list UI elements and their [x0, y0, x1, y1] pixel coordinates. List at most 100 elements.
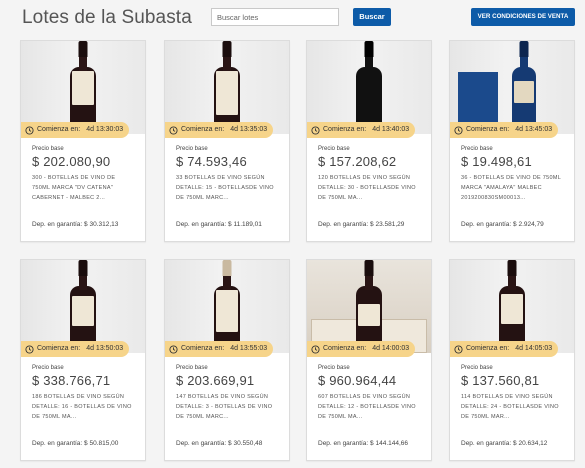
lot-image[interactable]: [165, 41, 289, 134]
lot-description-line: 300 - BOTELLAS DE VINO DE: [32, 175, 116, 181]
countdown-badge: Comienza en: 4d 13:50:03: [21, 341, 130, 357]
lot-image[interactable]: [165, 260, 289, 353]
lot-image[interactable]: [450, 260, 574, 353]
lot-description-line: DE 750ML MA...: [32, 414, 77, 420]
lot-image[interactable]: [21, 260, 145, 353]
countdown-badge: Comienza en: 4d 13:55:03: [165, 341, 274, 357]
clock-icon: [311, 344, 320, 354]
base-price-value: $ 74.593,46: [176, 154, 247, 169]
lot-description-line: CABERNET - MALBEC 2...: [32, 195, 106, 201]
lot-description-line: DETALLE: 12 - BOTELLASDE VINO: [318, 404, 416, 410]
lot-card[interactable]: Comienza en: 4d 13:35:03 Precio base $ 7…: [164, 40, 290, 242]
countdown-time: 4d 13:30:03: [86, 126, 124, 133]
starts-label: Comienza en:: [466, 126, 510, 133]
lot-description-line: 114 BOTELLAS DE VINO SEGÚN: [461, 394, 553, 400]
countdown-time: 4d 13:55:03: [230, 345, 268, 352]
base-price-label: Precio base: [32, 365, 64, 371]
lot-description: 120 BOTELLAS DE VINO SEGÚN DETALLE: 30 -…: [318, 173, 426, 203]
wine-bottle-icon: [214, 41, 240, 134]
lot-description-line: MARCA "AMALAYA" MALBEC: [461, 185, 542, 191]
clock-icon: [169, 344, 178, 354]
lot-image[interactable]: [307, 260, 431, 353]
base-price-label: Precio base: [318, 146, 350, 152]
deposit-label: Dep. en garantía:: [461, 440, 512, 447]
lot-description-line: DE 750ML MA...: [318, 195, 363, 201]
deposit-line: Dep. en garantía: $ 30.312,13: [32, 221, 118, 228]
deposit-value: $ 30.550,48: [228, 440, 263, 447]
lot-description-line: 607 BOTELLAS DE VINO SEGÚN: [318, 394, 411, 400]
wine-bottle-icon: [499, 260, 525, 353]
lot-description: 114 BOTELLAS DE VINO SEGÚN DETALLE: 24 -…: [461, 392, 569, 422]
wine-bottle-icon: [214, 260, 240, 353]
base-price-value: $ 202.080,90: [32, 154, 111, 169]
lot-description-line: 2019200830SM00013...: [461, 195, 526, 201]
lot-description-line: 186 BOTELLAS DE VINO SEGÚN: [32, 394, 125, 400]
lot-description: 36 - BOTELLAS DE VINO DE 750ML MARCA "AM…: [461, 173, 569, 203]
deposit-label: Dep. en garantía:: [32, 440, 83, 447]
deposit-line: Dep. en garantía: $ 50.815,00: [32, 440, 118, 447]
deposit-label: Dep. en garantía:: [318, 221, 369, 228]
countdown-time: 4d 14:00:03: [372, 345, 410, 352]
countdown-time: 4d 14:05:03: [515, 345, 553, 352]
lot-card[interactable]: Comienza en: 4d 13:55:03 Precio base $ 2…: [164, 259, 290, 461]
lot-description: 33 BOTELLAS DE VINO SEGÚN DETALLE: 15 - …: [176, 173, 284, 203]
base-price-label: Precio base: [461, 146, 493, 152]
lot-description: 186 BOTELLAS DE VINO SEGÚN DETALLE: 16 -…: [32, 392, 140, 422]
countdown-badge: Comienza en: 4d 14:05:03: [450, 341, 559, 357]
countdown-badge: Comienza en: 4d 13:45:03: [450, 122, 559, 138]
view-conditions-button[interactable]: VER CONDICIONES DE VENTA: [471, 8, 575, 26]
starts-label: Comienza en:: [37, 126, 81, 133]
base-price-label: Precio base: [176, 365, 208, 371]
countdown-badge: Comienza en: 4d 13:40:03: [307, 122, 416, 138]
countdown-time: 4d 13:50:03: [86, 345, 124, 352]
deposit-label: Dep. en garantía:: [461, 221, 512, 228]
base-price-value: $ 960.964,44: [318, 373, 397, 388]
countdown-time: 4d 13:35:03: [230, 126, 268, 133]
deposit-value: $ 20.634,12: [513, 440, 548, 447]
lot-image[interactable]: [450, 41, 574, 134]
page-header: Lotes de la Subasta Buscar VER CONDICION…: [0, 0, 585, 36]
lot-description-line: 33 BOTELLAS DE VINO SEGÚN: [176, 175, 265, 181]
deposit-line: Dep. en garantía: $ 23.581,29: [318, 221, 404, 228]
lot-card[interactable]: Comienza en: 4d 14:05:03 Precio base $ 1…: [449, 259, 575, 461]
starts-label: Comienza en:: [181, 126, 225, 133]
deposit-line: Dep. en garantía: $ 20.634,12: [461, 440, 547, 447]
lot-description-line: DE 750ML MAR...: [461, 414, 510, 420]
wine-bottle-icon: [70, 41, 96, 134]
base-price-label: Precio base: [32, 146, 64, 152]
lot-description: 300 - BOTELLAS DE VINO DE 750ML MARCA "D…: [32, 173, 140, 203]
lot-card[interactable]: Comienza en: 4d 14:00:03 Precio base $ 9…: [306, 259, 432, 461]
lot-description-line: DETALLE: 16 - BOTELLAS DE VINO: [32, 404, 132, 410]
deposit-label: Dep. en garantía:: [318, 440, 369, 447]
lot-description-line: DETALLE: 24 - BOTELLASDE VINO: [461, 404, 559, 410]
lot-description-line: DE 750ML MARC...: [176, 414, 229, 420]
base-price-value: $ 137.560,81: [461, 373, 540, 388]
countdown-badge: Comienza en: 4d 13:30:03: [21, 122, 130, 138]
lot-description-line: DE 750ML MARC...: [176, 195, 229, 201]
clock-icon: [454, 344, 463, 354]
clock-icon: [454, 125, 463, 135]
lot-description: 147 BOTELLAS DE VINO SEGÚN DETALLE: 3 - …: [176, 392, 284, 422]
wine-bottle-icon: [356, 260, 382, 353]
search-input[interactable]: [211, 8, 339, 26]
lot-image[interactable]: [307, 41, 431, 134]
countdown-badge: Comienza en: 4d 14:00:03: [307, 341, 416, 357]
lot-description-line: 120 BOTELLAS DE VINO SEGÚN: [318, 175, 411, 181]
countdown-time: 4d 13:45:03: [515, 126, 553, 133]
lot-image[interactable]: [21, 41, 145, 134]
base-price-value: $ 203.669,91: [176, 373, 255, 388]
clock-icon: [25, 344, 34, 354]
lot-description-line: 36 - BOTELLAS DE VINO DE 750ML: [461, 175, 562, 181]
lot-card[interactable]: Comienza en: 4d 13:45:03 Precio base $ 1…: [449, 40, 575, 242]
starts-label: Comienza en:: [323, 345, 367, 352]
lot-card[interactable]: Comienza en: 4d 13:50:03 Precio base $ 3…: [20, 259, 146, 461]
base-price-value: $ 338.766,71: [32, 373, 111, 388]
search-button[interactable]: Buscar: [353, 8, 391, 26]
base-price-label: Precio base: [461, 365, 493, 371]
countdown-badge: Comienza en: 4d 13:35:03: [165, 122, 274, 138]
deposit-label: Dep. en garantía:: [32, 221, 83, 228]
deposit-value: $ 30.312,13: [84, 221, 119, 228]
lot-card[interactable]: Comienza en: 4d 13:30:03 Precio base $ 2…: [20, 40, 146, 242]
deposit-line: Dep. en garantía: $ 2.924,79: [461, 221, 544, 228]
lot-card[interactable]: Comienza en: 4d 13:40:03 Precio base $ 1…: [306, 40, 432, 242]
